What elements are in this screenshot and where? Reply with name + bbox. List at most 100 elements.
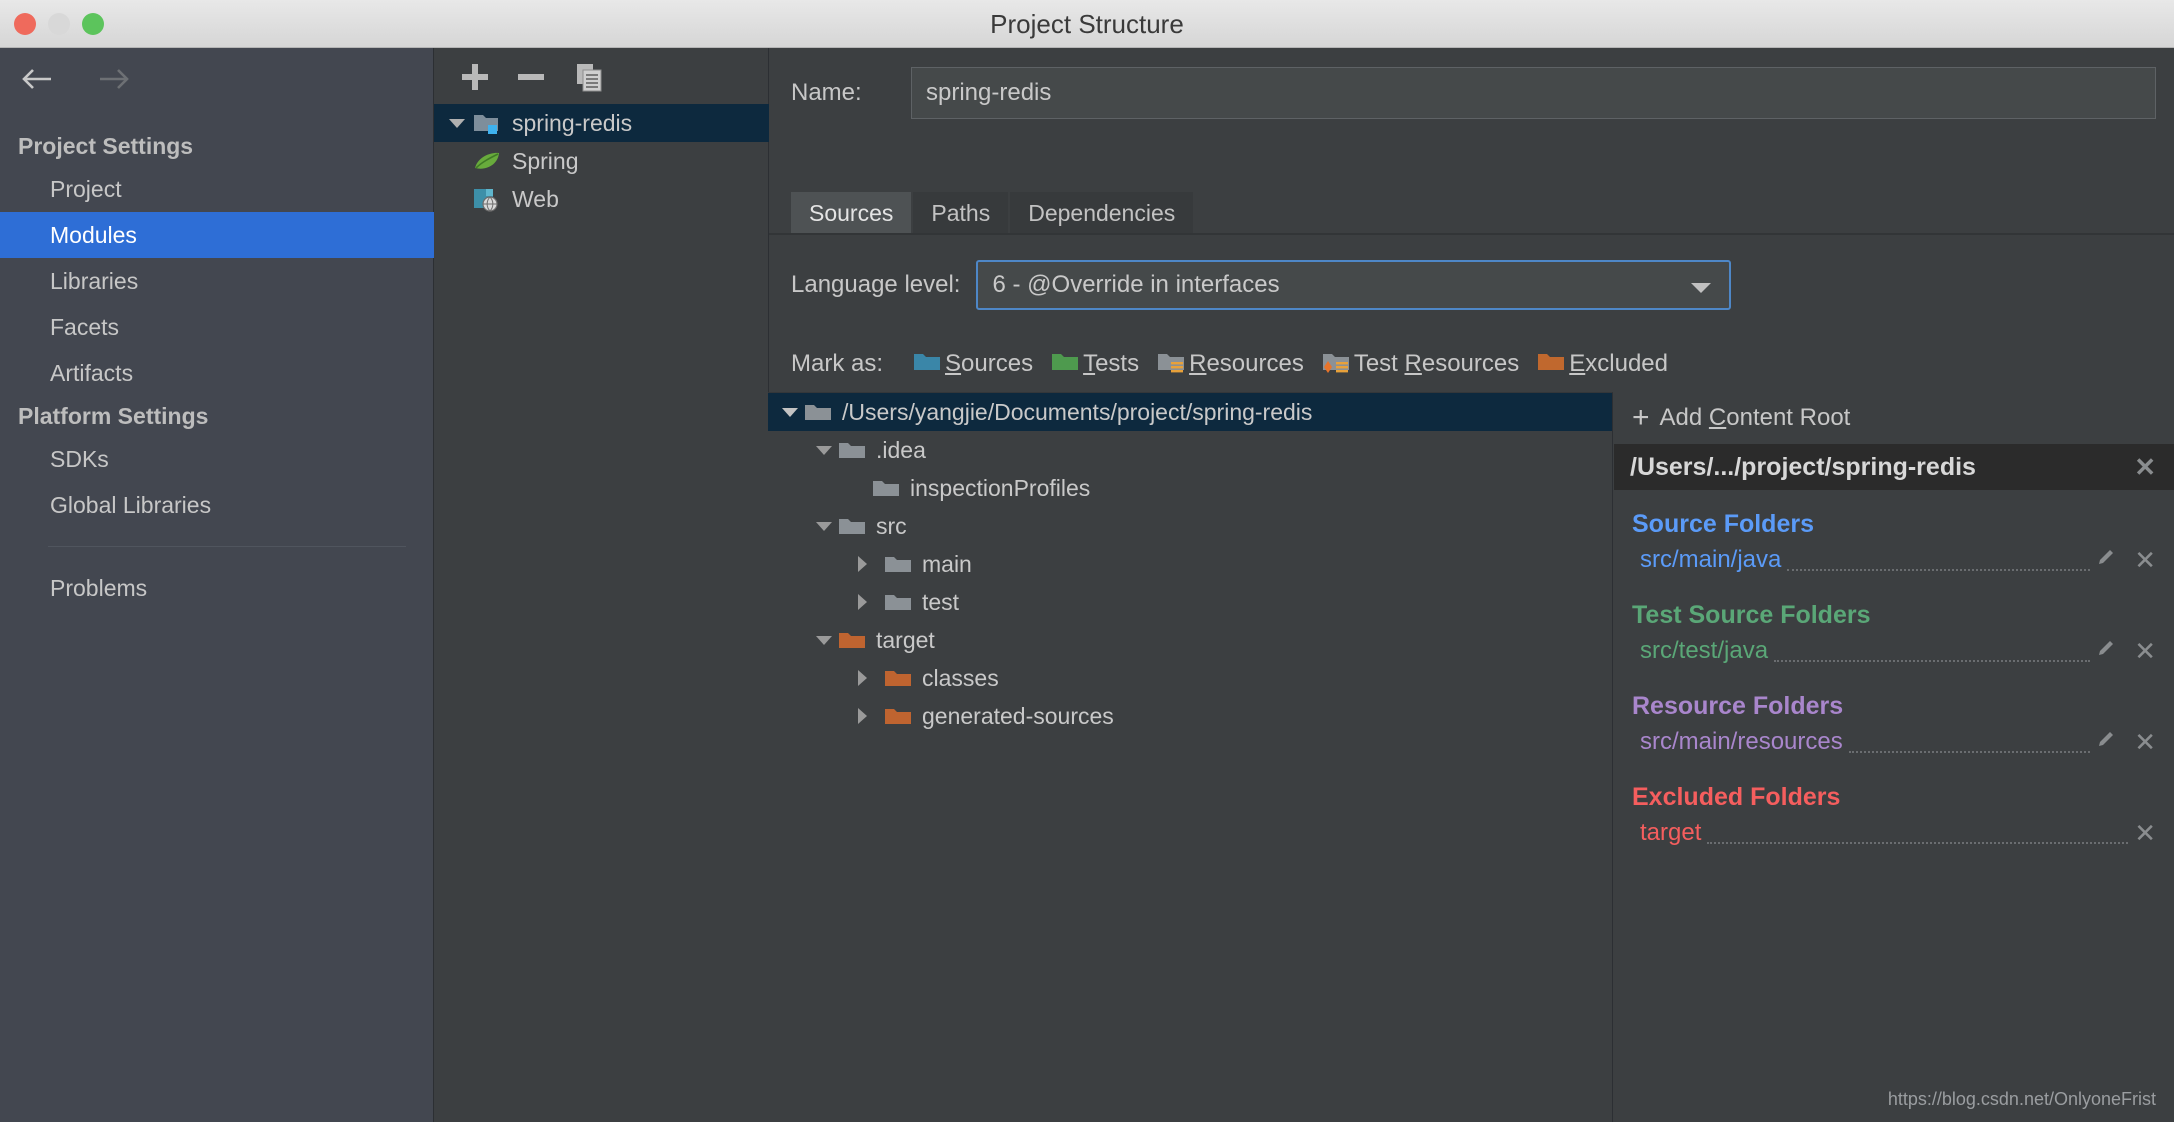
remove-resource-folder-icon[interactable]: ✕: [2134, 729, 2156, 755]
module-toolbar: [434, 48, 769, 104]
back-arrow-icon[interactable]: [20, 64, 56, 94]
nav-group-header-project-settings: Project Settings: [18, 133, 194, 159]
mark-as-test-resources-button[interactable]: Test Resources: [1322, 350, 1519, 379]
remove-test-source-folder-icon[interactable]: ✕: [2134, 638, 2156, 664]
excluded-folder-icon: [884, 667, 914, 690]
forward-arrow-icon[interactable]: [96, 64, 132, 94]
tab-sources[interactable]: Sources: [791, 192, 912, 234]
web-facet-icon: [472, 186, 502, 212]
chevron-down-icon[interactable]: [1689, 280, 1713, 299]
edit-pencil-icon[interactable]: [2096, 546, 2118, 575]
sidebar-item-artifacts[interactable]: Artifacts: [0, 350, 434, 396]
test-resources-folder-icon: [1322, 350, 1350, 379]
sidebar-item-project[interactable]: Project: [0, 166, 434, 212]
mark-as-row: Mark as: Sources Tests Resources Test Re…: [769, 340, 1686, 388]
add-module-button[interactable]: [458, 60, 492, 94]
folder-icon: [838, 439, 868, 462]
settings-nav-list: Project Settings Project Modules Librari…: [0, 126, 434, 611]
sidebar-item-facets[interactable]: Facets: [0, 304, 434, 350]
tab-paths[interactable]: Paths: [913, 192, 1009, 234]
mark-as-mnemonic: S: [945, 350, 962, 377]
file-tree-label: /Users/yangjie/Documents/project/spring-…: [842, 398, 1313, 425]
file-tree-label: generated-sources: [922, 702, 1114, 729]
language-level-select[interactable]: 6 - @Override in interfaces: [976, 260, 1732, 310]
chevron-right-icon[interactable]: [848, 669, 876, 687]
settings-sidebar: Project Settings Project Modules Librari…: [0, 48, 434, 1122]
file-tree-row-generated-sources[interactable]: generated-sources: [768, 697, 1612, 735]
add-content-root-mnemonic: C: [1708, 404, 1727, 431]
mark-as-label: Mark as:: [791, 350, 884, 377]
file-tree-row-target[interactable]: target: [768, 621, 1612, 659]
file-tree-label: inspectionProfiles: [910, 474, 1091, 501]
excluded-folder-item[interactable]: target ✕: [1614, 812, 2174, 854]
remove-module-button[interactable]: [514, 60, 548, 94]
file-tree-row-content-root[interactable]: /Users/yangjie/Documents/project/spring-…: [768, 393, 1612, 431]
tab-dependencies[interactable]: Dependencies: [1010, 192, 1194, 234]
chevron-down-icon[interactable]: [810, 444, 838, 457]
mark-as-resources-button[interactable]: Resources: [1157, 350, 1304, 379]
copy-module-button[interactable]: [572, 60, 606, 94]
language-level-label: Language level:: [791, 271, 961, 298]
folder-icon: [884, 591, 914, 614]
file-tree-label: src: [876, 512, 907, 539]
module-tree-label: Spring: [512, 147, 579, 174]
sources-folder-icon: [913, 350, 941, 379]
mark-as-tests-button[interactable]: Tests: [1051, 350, 1139, 379]
navigation-arrows: [20, 64, 132, 94]
mark-as-pre: Test: [1353, 350, 1405, 377]
sidebar-item-sdks[interactable]: SDKs: [0, 436, 434, 482]
edit-pencil-icon[interactable]: [2096, 728, 2118, 757]
mark-as-mnemonic: R: [1404, 350, 1422, 377]
remove-content-root-icon[interactable]: ✕: [2134, 454, 2156, 480]
folder-icon: [838, 515, 868, 538]
excluded-folder-path: target: [1640, 819, 1702, 846]
file-tree-row-main[interactable]: main: [768, 545, 1612, 583]
module-name-input[interactable]: [911, 67, 2156, 119]
excluded-folder-icon: [884, 705, 914, 728]
resource-folders-title: Resource Folders: [1632, 692, 1844, 720]
file-tree-row-test[interactable]: test: [768, 583, 1612, 621]
resource-folders-group: Resource Folders src/main/resources ✕: [1614, 692, 2174, 763]
remove-source-folder-icon[interactable]: ✕: [2134, 547, 2156, 573]
sidebar-item-modules[interactable]: Modules: [0, 212, 434, 258]
source-folders-title: Source Folders: [1632, 510, 1814, 538]
mark-as-rest: ources: [961, 350, 1034, 377]
file-tree-row-idea[interactable]: .idea: [768, 431, 1612, 469]
folder-icon: [804, 401, 834, 424]
language-level-row: Language level: 6 - @Override in interfa…: [769, 256, 2174, 314]
resource-folder-item[interactable]: src/main/resources ✕: [1614, 721, 2174, 763]
sidebar-item-libraries[interactable]: Libraries: [0, 258, 434, 304]
test-source-folder-item[interactable]: src/test/java ✕: [1614, 630, 2174, 672]
mark-as-rest: xcluded: [1585, 350, 1668, 377]
remove-excluded-folder-icon[interactable]: ✕: [2134, 820, 2156, 846]
file-tree-row-src[interactable]: src: [768, 507, 1612, 545]
sidebar-item-problems[interactable]: Problems: [0, 565, 434, 611]
content-root-header[interactable]: /Users/.../project/spring-redis ✕: [1614, 444, 2174, 490]
file-tree-label: test: [922, 588, 960, 615]
mark-as-excluded-button[interactable]: Excluded: [1537, 350, 1668, 379]
file-tree-row-classes[interactable]: classes: [768, 659, 1612, 697]
module-tree-row-spring[interactable]: Spring: [434, 142, 769, 180]
edit-pencil-icon[interactable]: [2096, 637, 2118, 666]
sidebar-item-global-libraries[interactable]: Global Libraries: [0, 482, 434, 528]
mark-as-mnemonic: T: [1083, 350, 1096, 377]
file-tree-label: target: [876, 626, 935, 653]
chevron-right-icon[interactable]: [848, 593, 876, 611]
chevron-right-icon[interactable]: [848, 707, 876, 725]
add-content-root-button[interactable]: + Add Content Root: [1614, 392, 2174, 444]
content-file-tree: /Users/yangjie/Documents/project/spring-…: [768, 392, 1613, 1122]
chevron-down-icon[interactable]: [810, 520, 838, 533]
module-tree-row-web[interactable]: Web: [434, 180, 769, 218]
file-tree-row-inspectionprofiles[interactable]: inspectionProfiles: [768, 469, 1612, 507]
chevron-down-icon[interactable]: [776, 406, 804, 419]
chevron-down-icon[interactable]: [810, 634, 838, 647]
dotted-separator: [1848, 751, 2091, 753]
content-roots-panel: + Add Content Root /Users/.../project/sp…: [1614, 392, 2174, 1122]
chevron-down-icon[interactable]: [442, 116, 472, 130]
chevron-right-icon[interactable]: [848, 555, 876, 573]
resource-folder-path: src/main/resources: [1640, 728, 1843, 755]
source-folder-item[interactable]: src/main/java ✕: [1614, 539, 2174, 581]
watermark: https://blog.csdn.net/OnlyoneFrist: [1887, 1089, 2156, 1109]
module-tree-row-spring-redis[interactable]: spring-redis: [434, 104, 769, 142]
mark-as-sources-button[interactable]: Sources: [913, 350, 1033, 379]
